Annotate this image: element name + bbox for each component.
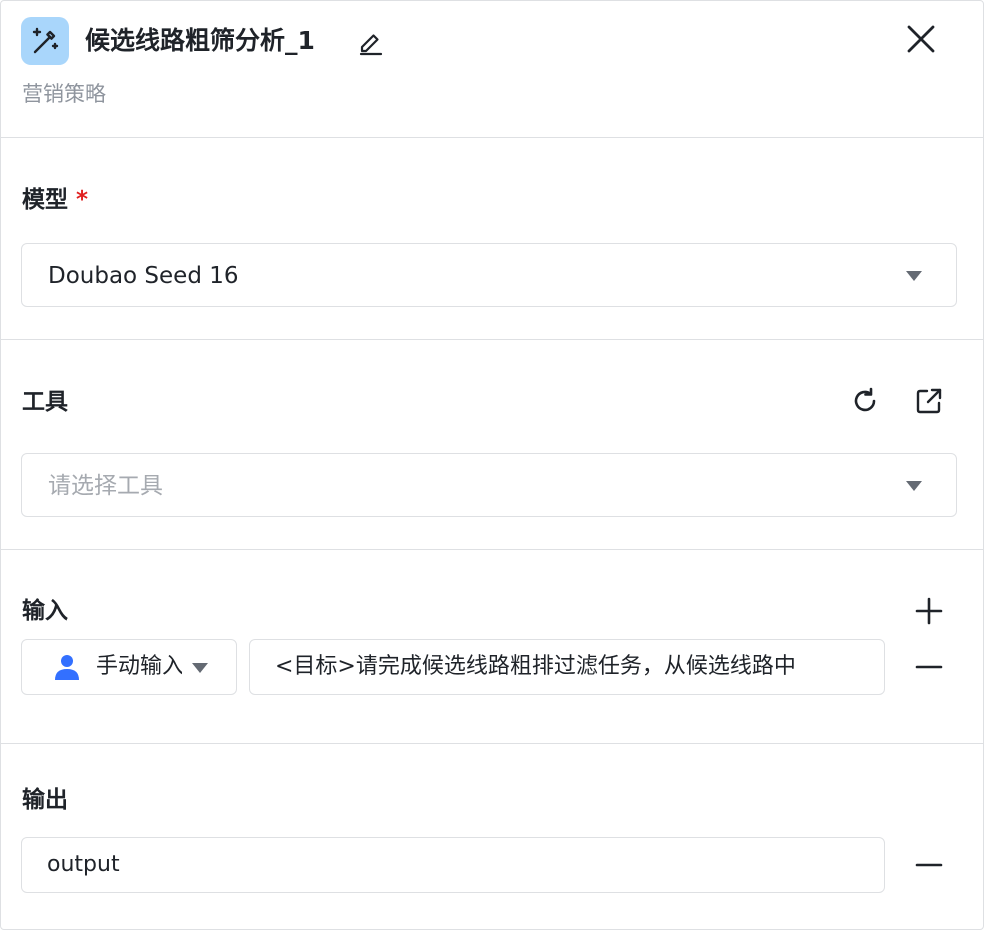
required-mark: * xyxy=(76,187,89,213)
model-label: 模型 * xyxy=(22,184,88,216)
chevron-down-icon xyxy=(192,663,208,673)
chevron-down-icon xyxy=(906,481,922,491)
node-subtitle: 营销策略 xyxy=(22,82,106,106)
model-section: 模型 * Doubao Seed 16 xyxy=(1,138,983,340)
external-link-icon[interactable] xyxy=(913,385,945,417)
input-value-field[interactable]: <目标>请完成候选线路粗排过滤任务，从候选线路中 xyxy=(249,639,885,695)
minus-icon[interactable] xyxy=(913,651,945,683)
close-icon[interactable] xyxy=(903,21,939,57)
person-icon xyxy=(52,652,82,682)
panel-header: 候选线路粗筛分析_1 营销策略 xyxy=(1,1,983,138)
input-section: 输入 手动输入 <目标>请完成候选线路粗排过滤任务，从候选线路中 xyxy=(1,550,983,744)
tools-section: 工具 请选择工具 xyxy=(1,340,983,550)
edit-icon[interactable] xyxy=(357,28,385,56)
minus-icon[interactable] xyxy=(913,849,945,881)
page-title: 候选线路粗筛分析_1 xyxy=(85,26,315,55)
chevron-down-icon xyxy=(906,271,922,281)
output-name-field[interactable]: output xyxy=(21,837,885,893)
input-mode-value: 手动输入 xyxy=(96,654,182,679)
node-config-panel: 候选线路粗筛分析_1 营销策略 模型 * Doubao Seed 16 工具 请… xyxy=(0,0,984,930)
model-select[interactable]: Doubao Seed 16 xyxy=(21,243,957,307)
magic-wand-icon xyxy=(21,17,69,65)
output-section: 输出 output xyxy=(1,744,983,930)
output-name-text: output xyxy=(47,852,120,877)
tools-select-placeholder: 请选择工具 xyxy=(48,473,163,499)
model-select-value: Doubao Seed 16 xyxy=(48,263,239,289)
tools-select[interactable]: 请选择工具 xyxy=(21,453,957,517)
plus-icon[interactable] xyxy=(913,595,945,627)
model-label-text: 模型 xyxy=(22,187,68,213)
input-mode-select[interactable]: 手动输入 xyxy=(21,639,237,695)
output-label: 输出 xyxy=(22,787,68,813)
refresh-icon[interactable] xyxy=(849,385,881,417)
tools-label: 工具 xyxy=(22,389,68,415)
input-value-text: <目标>请完成候选线路粗排过滤任务，从候选线路中 xyxy=(275,654,796,679)
input-label: 输入 xyxy=(22,598,68,624)
